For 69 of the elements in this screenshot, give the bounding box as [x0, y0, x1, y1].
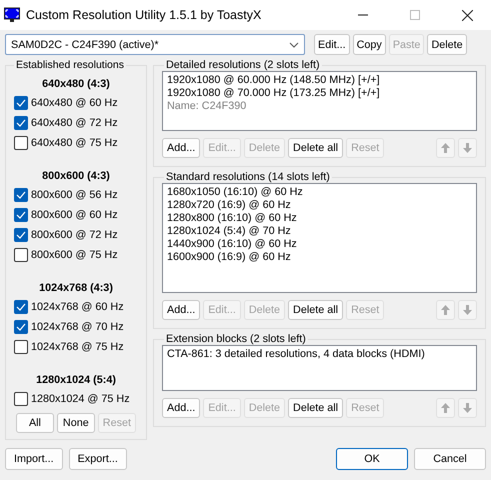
monitor-dropdown[interactable]: SAM0D2C - C24F390 (active)* — [5, 34, 305, 55]
close-icon[interactable] — [462, 10, 473, 20]
group-heading: 1024x768 (4:3) — [38, 281, 114, 296]
list-button[interactable]: Add... — [162, 398, 200, 418]
checkbox-label[interactable]: 1280x1024 @ 75 Hz — [31, 393, 130, 405]
checkbox-label[interactable]: 800x600 @ 56 Hz — [31, 189, 118, 201]
dialog-button[interactable]: OK — [336, 448, 408, 470]
list-item[interactable]: 1920x1080 @ 60.000 Hz (148.50 MHz) [+/+] — [167, 74, 472, 87]
list-item[interactable]: 1280x800 (16:10) @ 60 Hz — [167, 212, 472, 225]
footer-button[interactable]: Export... — [68, 448, 127, 470]
list-item[interactable]: 1600x900 (16:9) @ 60 Hz — [167, 251, 472, 264]
down-arrow-icon — [463, 403, 472, 413]
list-item[interactable]: CTA-861: 3 detailed resolutions, 4 data blocks (HDMI) — [167, 348, 472, 361]
checkbox-label[interactable]: 640x480 @ 60 Hz — [31, 97, 118, 109]
toolbar-button[interactable]: Edit... — [314, 34, 350, 55]
list-box[interactable]: CTA-861: 3 detailed resolutions, 4 data blocks (HDMI) — [162, 345, 477, 391]
checkbox-label[interactable]: 1024x768 @ 75 Hz — [31, 341, 124, 353]
list-item[interactable]: 1440x900 (16:10) @ 60 Hz — [167, 238, 472, 251]
list-item[interactable]: 1920x1080 @ 70.000 Hz (173.25 MHz) [+/+] — [167, 87, 472, 100]
panel-title: Detailed resolutions (2 slots left) — [165, 59, 321, 71]
list-button[interactable]: Delete all — [288, 138, 344, 158]
footer-button[interactable]: Import... — [5, 448, 63, 470]
window-title: Custom Resolution Utility 1.5.1 by ToastyX — [26, 8, 262, 22]
monitor-icon — [4, 7, 20, 23]
checkbox-label[interactable]: 800x600 @ 75 Hz — [31, 249, 118, 261]
dialog-button[interactable]: Cancel — [414, 448, 486, 470]
panel-title: Extension blocks (2 slots left) — [165, 333, 307, 345]
list-button[interactable]: Delete all — [288, 300, 344, 320]
up-arrow-icon — [441, 305, 450, 315]
checkbox[interactable] — [14, 116, 28, 130]
checkbox[interactable] — [14, 96, 28, 110]
list-item[interactable]: 1680x1050 (16:10) @ 60 Hz — [167, 186, 472, 199]
checkbox[interactable] — [14, 340, 28, 354]
list-button[interactable]: Delete all — [288, 398, 344, 418]
up-arrow-icon — [441, 143, 450, 153]
checkbox-label[interactable]: 1024x768 @ 60 Hz — [31, 301, 124, 313]
panel-title: Standard resolutions (14 slots left) — [165, 171, 331, 183]
checkbox[interactable] — [14, 392, 28, 406]
down-arrow-icon — [463, 305, 472, 315]
chevron-icon — [289, 42, 299, 48]
checkbox[interactable] — [14, 248, 28, 262]
panel-button[interactable]: All — [16, 413, 54, 433]
checkbox-label[interactable]: 800x600 @ 60 Hz — [31, 209, 118, 221]
panel-title: Established resolutions — [15, 59, 125, 71]
group-heading: 800x600 (4:3) — [41, 169, 111, 184]
checkbox[interactable] — [14, 188, 28, 202]
toolbar-button[interactable]: Delete — [427, 34, 467, 55]
list-button[interactable]: Add... — [162, 300, 200, 320]
list-box[interactable]: 1920x1080 @ 60.000 Hz (148.50 MHz) [+/+] 1920x1080 @ 70.000 Hz (173.25 MHz) [+/+] Name: C24F390 — [162, 71, 477, 131]
list-box[interactable]: 1680x1050 (16:10) @ 60 Hz 1280x720 (16:9) @ 60 Hz 1280x800 (16:10) @ 60 Hz 1280x1024 (5:4) @ 70 Hz 1440x900 (16:10) @ 60 Hz 1600x900 (16:9) @ 60 Hz — [162, 183, 477, 293]
checkbox-label[interactable]: 800x600 @ 72 Hz — [31, 229, 118, 241]
list-item[interactable]: 1280x720 (16:9) @ 60 Hz — [167, 199, 472, 212]
group-heading: 1280x1024 (5:4) — [35, 373, 117, 388]
checkbox[interactable] — [14, 208, 28, 222]
up-arrow-icon — [441, 403, 450, 413]
list-button[interactable]: Add... — [162, 138, 200, 158]
list-note: Name: C24F390 — [167, 100, 248, 113]
down-arrow-icon — [463, 143, 472, 153]
checkbox-label[interactable]: 1024x768 @ 70 Hz — [31, 321, 124, 333]
checkbox[interactable] — [14, 300, 28, 314]
group-heading: 640x480 (4:3) — [41, 77, 111, 92]
checkbox-label[interactable]: 640x480 @ 72 Hz — [31, 117, 118, 129]
checkbox[interactable] — [14, 136, 28, 150]
panel-button[interactable]: None — [56, 413, 95, 433]
checkbox[interactable] — [14, 228, 28, 242]
list-item[interactable]: 1280x1024 (5:4) @ 70 Hz — [167, 225, 472, 238]
checkbox[interactable] — [14, 320, 28, 334]
checkbox-label[interactable]: 640x480 @ 75 Hz — [31, 137, 118, 149]
toolbar-button[interactable]: Copy — [352, 34, 386, 55]
